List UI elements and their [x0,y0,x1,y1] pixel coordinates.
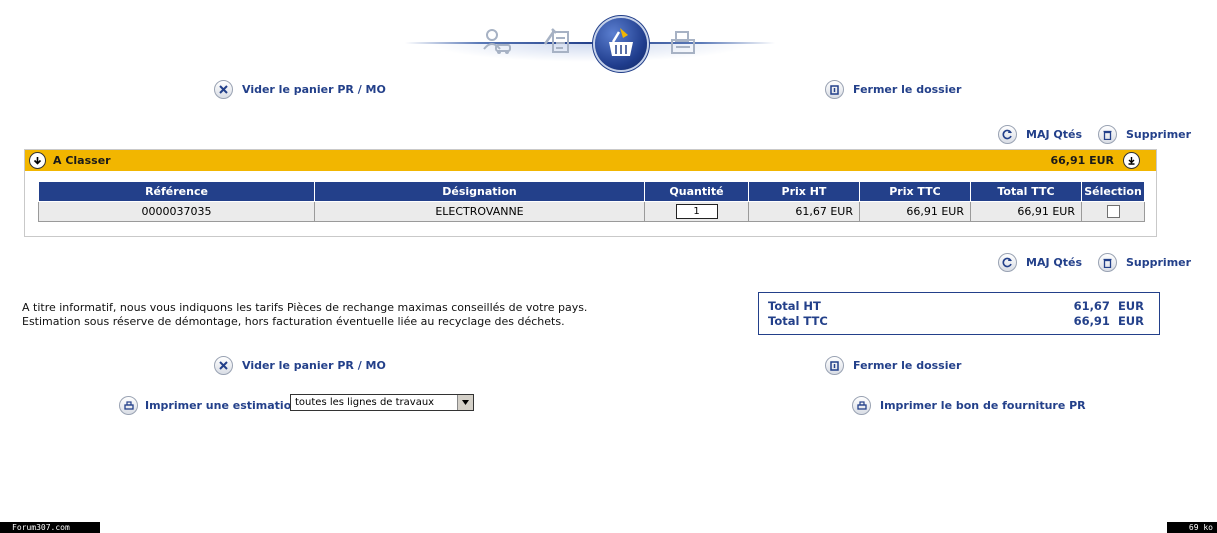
close-file-button-top[interactable]: Fermer le dossier [825,80,961,99]
col-price-ht: Prix HT [748,181,860,202]
trash-icon [1098,253,1117,272]
update-qty-label: MAJ Qtés [1026,128,1082,141]
total-ht-value: 61,67 EUR [1073,299,1144,313]
steps-line [405,42,775,44]
folder-close-icon [825,356,844,375]
cell-quantity: 1 [644,201,749,222]
total-ttc-value: 66,91 EUR [1073,314,1144,328]
totals-box: Total HT 61,67 EUR Total TTC 66,91 EUR [758,292,1160,335]
quantity-input[interactable]: 1 [675,204,718,219]
col-designation: Désignation [314,181,645,202]
estimate-scope-value: toutes les lignes de travaux [295,397,435,408]
chevron-down-icon[interactable] [457,395,473,410]
update-qty-button-bottom[interactable]: MAJ Qtés [998,253,1082,272]
customer-vehicle-icon[interactable] [482,27,512,57]
print-estimate-button[interactable]: Imprimer une estimation [119,396,299,415]
delete-label: Supprimer [1126,128,1192,141]
delete-button-bottom[interactable]: Supprimer [1098,253,1191,272]
estimate-scope-select[interactable]: toutes les lignes de travaux [290,394,474,411]
refresh-icon [998,125,1017,144]
update-qty-button-top[interactable]: MAJ Qtés [998,125,1082,144]
col-selection: Sélection [1081,181,1145,202]
col-total-ttc: Total TTC [970,181,1082,202]
clear-cart-label: Vider le panier PR / MO [242,359,386,372]
info-notice: A titre informatif, nous vous indiquons … [22,301,587,329]
footer-size-label: 69 ko [1167,522,1217,533]
steps-glow [430,44,750,62]
tools-checklist-icon[interactable] [542,26,572,56]
cell-designation: ELECTROVANNE [314,201,645,222]
collapse-arrow-icon[interactable] [29,152,46,169]
cell-reference: 0000037035 [38,201,315,222]
table-header-row: Référence Désignation Quantité Prix HT P… [38,181,1145,202]
col-price-ttc: Prix TTC [859,181,971,202]
cell-price-ttc: 66,91 EUR [859,201,971,222]
cell-price-ht: 61,67 EUR [748,201,860,222]
total-ht-row: Total HT 61,67 EUR [768,299,1144,314]
refresh-icon [998,253,1017,272]
clear-cart-button-top[interactable]: Vider le panier PR / MO [214,80,386,99]
basket-step-active[interactable] [595,18,647,70]
total-ttc-row: Total TTC 66,91 EUR [768,314,1144,329]
print-estimate-label: Imprimer une estimation [145,399,300,412]
total-ht-label: Total HT [768,299,821,313]
col-quantity: Quantité [644,181,749,202]
download-icon[interactable] [1123,152,1140,169]
folder-close-icon [825,80,844,99]
print-supply-button[interactable]: Imprimer le bon de fourniture PR [852,396,1086,415]
printer-icon [119,396,138,415]
printer-icon [852,396,871,415]
update-qty-label: MAJ Qtés [1026,256,1082,269]
cart-section-panel: A Classer 66,91 EUR Référence Désignatio… [24,149,1157,237]
delete-label: Supprimer [1126,256,1192,269]
delete-button-top[interactable]: Supprimer [1098,125,1191,144]
footer-site-label: Forum307.com [0,522,100,533]
select-checkbox[interactable] [1106,205,1120,219]
info-line-2: Estimation sous réserve de démontage, ho… [22,315,565,328]
clear-cart-label: Vider le panier PR / MO [242,83,386,96]
info-line-1: A titre informatif, nous vous indiquons … [22,301,588,314]
col-reference: Référence [38,181,315,202]
basket-icon [609,28,633,56]
parts-table: Référence Désignation Quantité Prix HT P… [38,181,1145,222]
close-circle-icon [214,80,233,99]
section-header: A Classer 66,91 EUR [25,150,1156,171]
print-supply-label: Imprimer le bon de fourniture PR [880,399,1086,412]
table-row: 0000037035 ELECTROVANNE 1 61,67 EUR 66,9… [38,201,1145,222]
cell-selection [1081,201,1145,222]
trash-icon [1098,125,1117,144]
clear-cart-button-bottom[interactable]: Vider le panier PR / MO [214,356,386,375]
section-total: 66,91 EUR [1050,154,1114,167]
close-file-label: Fermer le dossier [853,83,962,96]
close-file-button-bottom[interactable]: Fermer le dossier [825,356,961,375]
cell-total-ttc: 66,91 EUR [970,201,1082,222]
total-ttc-label: Total TTC [768,314,828,328]
close-circle-icon [214,356,233,375]
close-file-label: Fermer le dossier [853,359,962,372]
printer-document-icon[interactable] [668,28,698,58]
section-label: A Classer [53,154,111,167]
